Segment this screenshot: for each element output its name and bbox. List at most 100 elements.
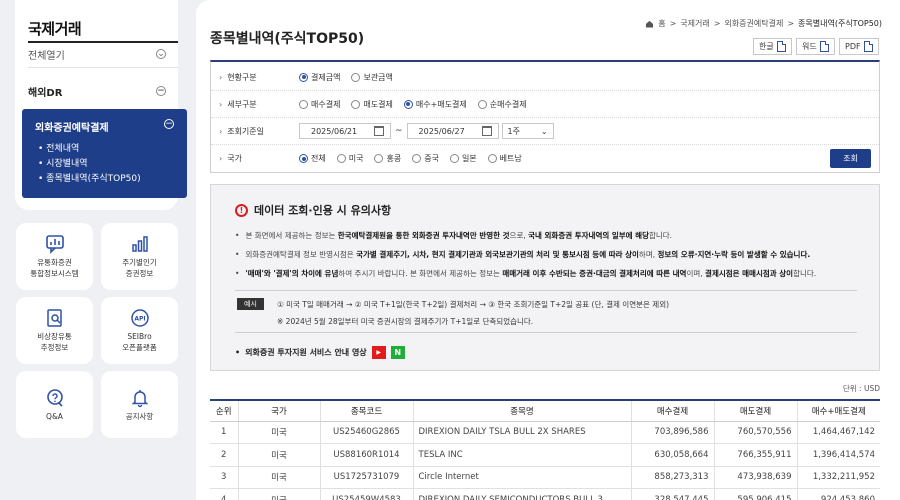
rank-cell: 4 <box>210 488 238 500</box>
collapse-icon[interactable]: − <box>164 119 174 129</box>
country-cell: 미국 <box>237 466 320 489</box>
radio-buy[interactable]: 매수결제 <box>299 99 340 110</box>
calendar-icon[interactable] <box>481 126 492 136</box>
quick-tile-qna[interactable]: Q&A <box>16 371 93 438</box>
download-word-button[interactable]: 워드 <box>796 38 835 55</box>
expand-all-toggle[interactable]: 전체열기 ⌄ <box>28 43 178 65</box>
expand-all-label: 전체열기 <box>28 50 65 62</box>
sidebar: 국제거래 전체열기 ⌄ 해외DR − 외화증권예탁결제 − 전체내역 시장별내역… <box>15 0 187 210</box>
unit-label: 단위 : USD <box>842 384 880 393</box>
download-label: 워드 <box>802 42 817 51</box>
expand-icon: ⌄ <box>156 49 166 59</box>
naver-icon[interactable]: N <box>390 346 405 359</box>
table-row: 2 미국 US88160R1014 TESLA INC 630,058,664 … <box>210 443 880 467</box>
date-from-field[interactable]: 2025/06/21 <box>299 123 391 139</box>
radio-icon <box>336 154 346 163</box>
name-cell: DIREXION DAILY TSLA BULL 2X SHARES <box>412 421 631 444</box>
total-cell: 924,453,860 <box>796 488 880 500</box>
table-row: 3 미국 US1725731079 Circle Internet 858,27… <box>210 466 880 489</box>
radio-icon <box>477 99 487 109</box>
sell-cell: 473,938,639 <box>713 466 797 489</box>
submenu-item-all[interactable]: 전체내역 <box>38 142 141 157</box>
submenu-item-stock-top50[interactable]: 종목별내역(주식TOP50) <box>38 172 140 187</box>
radio-icon <box>412 154 422 163</box>
quick-tile-label: SEIBro 오픈플랫폼 <box>122 332 157 352</box>
results-table: 순위 국가 종목코드 종목명 매수결제 매도결제 매수+매도결제 1 미국 US… <box>210 399 880 500</box>
radio-icon <box>299 72 308 82</box>
file-icon <box>819 41 829 52</box>
radio-icon <box>299 99 308 109</box>
sidebar-title: 국제거래 <box>28 20 82 38</box>
filter-label: 세부구분 <box>211 99 299 110</box>
warning-icon: ! <box>235 203 248 217</box>
home-icon[interactable] <box>645 20 654 28</box>
radio-buy-sell[interactable]: 매수+매도결제 <box>403 99 467 110</box>
calendar-icon[interactable] <box>374 126 384 136</box>
sell-cell: 595,906,415 <box>713 488 797 500</box>
sidebar-item-label: 해외DR <box>28 87 63 99</box>
question-bubble-icon <box>46 388 63 407</box>
radio-country-all[interactable]: 전체 <box>299 153 326 164</box>
col-header: 국가 <box>237 399 320 422</box>
quick-tile-notice[interactable]: 공지사항 <box>101 371 178 438</box>
breadcrumb-item[interactable]: 외화증권예탁결제 <box>724 18 783 29</box>
code-cell: US25459W4583 <box>319 488 413 500</box>
breadcrumb-item[interactable]: 국제거래 <box>680 18 709 29</box>
notice-line: '매매'와 '결제'의 차이에 유념하여 주시기 바랍니다. 본 화면에서 제공… <box>235 268 816 279</box>
video-guide: 외화증권 투자지원 서비스 안내 영상 ▶ N <box>235 346 405 359</box>
filter-row-country: 국가 전체 미국 홍콩 중국 일본 베트남 조회 <box>211 145 879 172</box>
radio-custody-amount[interactable]: 보관금액 <box>351 72 393 83</box>
bell-icon <box>131 389 148 407</box>
submenu-item-market[interactable]: 시장별내역 <box>38 157 141 172</box>
sidebar-item-foreign-settlement[interactable]: 외화증권예탁결제 − 전체내역 시장별내역 종목별내역(주식TOP50) <box>22 109 187 198</box>
submenu: 전체내역 시장별내역 종목별내역(주식TOP50) <box>38 142 141 187</box>
radio-icon <box>403 99 413 109</box>
radio-net-buy[interactable]: 순매수결제 <box>477 99 527 110</box>
svg-text:API: API <box>134 316 145 323</box>
radio-country-hk[interactable]: 홍콩 <box>374 153 401 164</box>
code-cell: US25460G2865 <box>319 421 413 444</box>
country-cell: 미국 <box>237 421 320 444</box>
name-cell: TESLA INC <box>412 443 631 467</box>
radio-country-cn[interactable]: 중국 <box>412 153 439 164</box>
col-header: 매수결제 <box>630 399 714 422</box>
quick-tile-popular[interactable]: 주기별인기 증권정보 <box>101 223 178 290</box>
breadcrumb-item[interactable]: 홈 <box>658 18 665 29</box>
radio-country-us[interactable]: 미국 <box>336 153 363 164</box>
radio-icon <box>299 154 308 163</box>
example-text: ① 미국 T일 매매거래 → ② 미국 T+1일(한국 T+2일) 결제처리 →… <box>277 300 670 309</box>
radio-sell[interactable]: 매도결제 <box>351 99 393 110</box>
buy-cell: 703,896,586 <box>630 421 714 444</box>
download-label: 한글 <box>759 42 774 51</box>
code-cell: US1725731079 <box>319 466 413 489</box>
search-button[interactable]: 조회 <box>830 149 871 168</box>
page-title: 종목별내역(주식TOP50) <box>210 31 365 47</box>
rank-cell: 3 <box>210 466 238 489</box>
date-to-field[interactable]: 2025/06/27 <box>406 123 499 139</box>
download-hwp-button[interactable]: 한글 <box>753 38 792 55</box>
buy-cell: 630,058,664 <box>630 443 714 467</box>
buy-cell: 328,547,445 <box>630 488 714 500</box>
quick-tile-abs-info[interactable]: 유통화증권 통합정보시스템 <box>16 223 93 290</box>
radio-icon <box>351 72 361 82</box>
radio-country-jp[interactable]: 일본 <box>449 153 477 164</box>
radio-settlement-amount[interactable]: 결제금액 <box>299 72 340 83</box>
quick-tile-label: 유통화증권 통합정보시스템 <box>30 258 79 278</box>
divider <box>235 332 857 333</box>
quick-tile-seibro-api[interactable]: API SEIBro 오픈플랫폼 <box>101 297 178 364</box>
radio-country-vn[interactable]: 베트남 <box>487 153 522 164</box>
radio-icon <box>487 154 497 163</box>
notice-title: ! 데이터 조회·인용 시 유의사항 <box>235 202 391 218</box>
youtube-icon[interactable]: ▶ <box>371 346 386 359</box>
period-select[interactable]: 1주 ⌄ <box>501 123 554 139</box>
document-chart-icon <box>46 309 62 327</box>
download-pdf-button[interactable]: PDF <box>839 38 879 55</box>
country-cell: 미국 <box>237 488 320 500</box>
quick-tile-unlisted[interactable]: 비상장유통 추정정보 <box>16 297 93 364</box>
rank-cell: 2 <box>210 443 238 467</box>
divider <box>28 67 178 68</box>
filter-row-status: 현황구분 결제금액 보관금액 <box>211 64 879 91</box>
sidebar-item-overseas-dr[interactable]: 해외DR − <box>28 80 178 102</box>
total-cell: 1,332,211,952 <box>796 466 880 489</box>
name-cell: Circle Internet <box>412 466 631 489</box>
